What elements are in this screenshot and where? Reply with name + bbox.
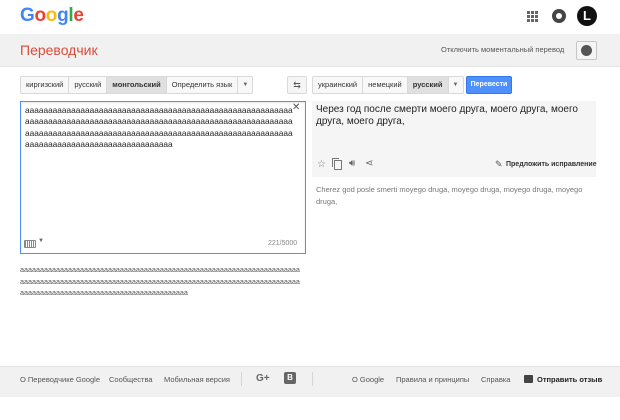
send-feedback-link[interactable]: Отправить отзыв [537, 375, 602, 384]
feedback-icon[interactable] [524, 375, 533, 383]
page-title: Переводчик [20, 42, 98, 58]
target-lang-ukrainian[interactable]: украинский [313, 77, 364, 93]
footer-link-community[interactable]: Сообщества [109, 375, 153, 384]
swap-languages-button[interactable]: ⇆ [287, 76, 307, 94]
source-text[interactable]: aaaaaaaaaaaaaaaaaaaaaaaaaaaaaaaaaaaaaaaa… [25, 105, 293, 150]
logo-letter: o [34, 5, 46, 26]
google-plus-icon[interactable]: G+ [256, 373, 270, 384]
footer-link-about-google[interactable]: О Google [352, 375, 384, 384]
keyboard-dropdown-icon[interactable]: ▼ [38, 238, 44, 244]
footer-divider [241, 372, 242, 386]
footer-link-privacy[interactable]: Правила и принципы [396, 375, 469, 384]
avatar[interactable]: L [577, 6, 597, 26]
speaker-icon[interactable]: 🔊︎ [349, 159, 355, 169]
target-lang-dropdown-icon[interactable]: ▼ [449, 77, 463, 93]
clear-icon[interactable]: ✕ [292, 103, 300, 113]
share-icon[interactable]: ⋖ [365, 159, 373, 169]
character-count: 221/5000 [268, 240, 298, 247]
footer-link-about-translate[interactable]: О Переводчике Google [20, 375, 100, 384]
keyboard-icon[interactable] [24, 240, 36, 248]
instant-translation-toggle[interactable]: Отключить моментальный перевод [441, 45, 564, 54]
target-language-bar: украинский немецкий русский ▼ [312, 76, 464, 94]
footer-link-help[interactable]: Справка [481, 375, 510, 384]
suggest-edit-link[interactable]: Предложить исправление [506, 161, 597, 168]
apps-grid-icon[interactable] [527, 11, 538, 22]
source-lang-detect[interactable]: Определить язык [167, 77, 239, 93]
settings-button[interactable] [576, 41, 597, 60]
translation-result: Через год после смерти моего друга, моег… [316, 104, 578, 127]
source-lang-mongolian[interactable]: монгольский [107, 77, 167, 93]
source-lang-russian[interactable]: русский [69, 77, 108, 93]
footer-divider [312, 372, 313, 386]
notifications-icon[interactable] [552, 9, 566, 23]
blogger-icon[interactable]: B [284, 372, 296, 384]
logo-letter: G [20, 5, 35, 26]
target-lang-russian[interactable]: русский [407, 77, 449, 93]
source-lang-kyrgyz[interactable]: киргизский [21, 77, 70, 93]
source-lang-dropdown-icon[interactable]: ▼ [238, 77, 252, 93]
footer-link-mobile[interactable]: Мобильная версия [164, 375, 230, 384]
copy-icon[interactable] [332, 158, 342, 170]
logo-letter: o [45, 5, 58, 26]
logo-letter: e [73, 5, 84, 26]
pencil-icon[interactable]: ✎ [495, 160, 503, 169]
google-logo[interactable]: Google [20, 5, 84, 27]
target-lang-german[interactable]: немецкий [363, 77, 408, 93]
transliteration-text: Cherez god posle smerti moyego druga, mo… [316, 185, 583, 206]
star-icon[interactable]: ☆ [317, 160, 326, 170]
logo-letter: g [57, 5, 69, 26]
source-echo-text: aaaaaaaaaaaaaaaaaaaaaaaaaaaaaaaaaaaaaaaa… [20, 265, 300, 297]
source-language-bar: киргизский русский монгольский Определит… [20, 76, 254, 94]
translate-button[interactable]: Перевести [466, 76, 512, 94]
